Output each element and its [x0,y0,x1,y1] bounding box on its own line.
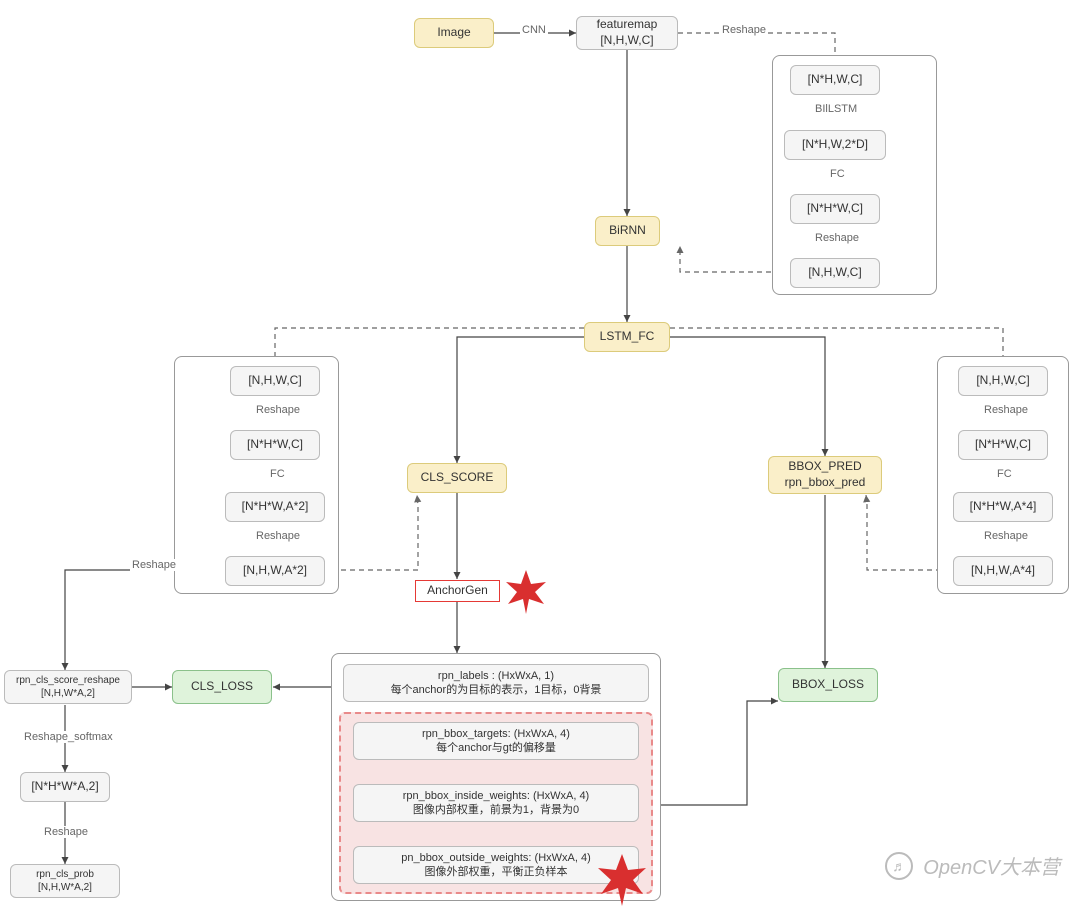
star-icon-2 [594,852,650,908]
watermark-icon: ♬ [885,852,913,880]
edge-label-reshape-7: Reshape [42,826,90,838]
node-birnn-2: [N*H,W,2*D] [784,130,886,160]
node-birnn-4: [N,H,W,C] [790,258,880,288]
node-lstm-fc: LSTM_FC [584,322,670,352]
edge-label-reshape-5: Reshape [982,404,1030,416]
node-cls-1: [N,H,W,C] [230,366,320,396]
node-anchorgen: AnchorGen [415,580,500,602]
edge-label-reshape-out: Reshape [130,559,178,571]
node-bbox-loss: BBOX_LOSS [778,668,878,702]
edge-label-reshape-1: Reshape [720,24,768,36]
node-birnn: BiRNN [595,216,660,246]
node-nhwa2: [N*H*W*A,2] [20,772,110,802]
node-cls-score: CLS_SCORE [407,463,507,493]
node-rpn-cls-score-reshape: rpn_cls_score_reshape [N,H,W*A,2] [4,670,132,704]
watermark-text: OpenCV大本营 [923,851,1060,880]
node-rpn-bbox-targets: rpn_bbox_targets: (HxWxA, 4) 每个anchor与gt… [353,722,639,760]
star-icon [502,568,550,616]
edge-label-reshape-2: Reshape [813,232,861,244]
edge-label-reshape-6: Reshape [982,530,1030,542]
node-bbox-3: [N*H*W,A*4] [953,492,1053,522]
node-cls-3: [N*H*W,A*2] [225,492,325,522]
node-bbox-4: [N,H,W,A*4] [953,556,1053,586]
node-birnn-3: [N*H*W,C] [790,194,880,224]
node-image: Image [414,18,494,48]
edge-label-bilstm: BIlLSTM [813,103,859,115]
node-bbox-pred: BBOX_PRED rpn_bbox_pred [768,456,882,494]
node-bbox-2: [N*H*W,C] [958,430,1048,460]
node-cls-loss: CLS_LOSS [172,670,272,704]
edge-label-fc-1: FC [828,168,847,180]
node-bbox-1: [N,H,W,C] [958,366,1048,396]
node-cls-4: [N,H,W,A*2] [225,556,325,586]
node-featuremap: featuremap [N,H,W,C] [576,16,678,50]
edge-label-fc-3: FC [995,468,1014,480]
edge-label-cnn: CNN [520,24,548,36]
node-cls-2: [N*H*W,C] [230,430,320,460]
watermark: ♬ OpenCV大本营 [885,851,1060,880]
node-rpn-cls-prob: rpn_cls_prob [N,H,W*A,2] [10,864,120,898]
node-rpn-labels: rpn_labels : (HxWxA, 1) 每个anchor的为目标的表示，… [343,664,649,702]
node-birnn-1: [N*H,W,C] [790,65,880,95]
edge-label-reshape-3: Reshape [254,404,302,416]
node-rpn-bbox-inside: rpn_bbox_inside_weights: (HxWxA, 4) 图像内部… [353,784,639,822]
edge-label-fc-2: FC [268,468,287,480]
edge-label-reshape-softmax: Reshape_softmax [22,731,115,743]
edge-label-reshape-4: Reshape [254,530,302,542]
